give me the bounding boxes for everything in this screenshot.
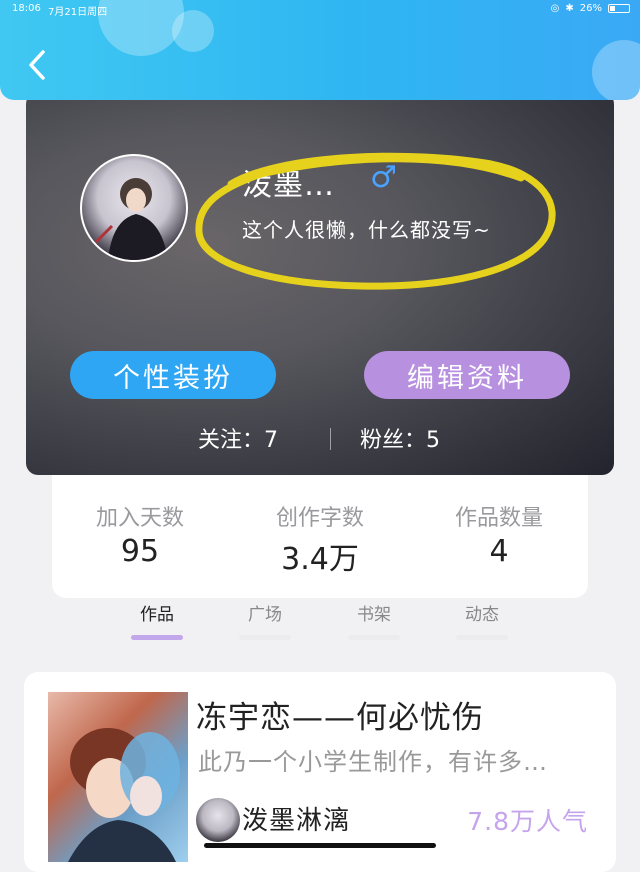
author-name: 泼墨淋漓: [242, 806, 351, 836]
cover-art: [68, 728, 180, 862]
tab-indicator: [348, 635, 400, 640]
popularity-count: 7.8万人气: [467, 807, 588, 836]
tab-bookshelf[interactable]: 书架: [334, 600, 414, 640]
back-button[interactable]: [22, 48, 52, 82]
status-time: 18:06: [12, 3, 41, 14]
bio-text: 这个人很懒，什么都没写~: [242, 218, 491, 242]
tab-works[interactable]: 作品: [117, 600, 197, 640]
tab-label: 作品: [140, 605, 174, 625]
status-date: 7月21日周四: [48, 7, 108, 18]
nickname: 泼墨…: [242, 168, 335, 203]
stat-label: 创作字数: [275, 506, 364, 531]
work-cover-image[interactable]: [48, 692, 188, 862]
tab-activity[interactable]: 动态: [442, 600, 522, 640]
stat-word-count: 创作字数 3.4万: [250, 500, 390, 578]
avatar-figure: [94, 178, 168, 260]
tab-square[interactable]: 广场: [225, 600, 305, 640]
home-indicator: [204, 843, 436, 848]
following-count[interactable]: 关注：7: [198, 422, 278, 454]
stat-value: 4: [489, 534, 509, 569]
stat-label: 加入天数: [95, 506, 184, 531]
tab-label: 书架: [357, 605, 391, 625]
tab-label: 动态: [465, 605, 499, 625]
tab-indicator: [239, 635, 291, 640]
dress-up-button[interactable]: 个性装扮: [70, 351, 276, 399]
stats-panel: 加入天数 95 创作字数 3.4万 作品数量 4: [52, 470, 588, 598]
battery-percent: 26%: [579, 3, 602, 14]
battery-icon: [608, 4, 630, 13]
tab-bar: 作品 广场 书架 动态: [0, 600, 640, 644]
avatar[interactable]: [80, 154, 188, 262]
stat-label: 作品数量: [454, 506, 543, 531]
status-bar: 18:06 7月21日周四 ◎ ✱ 26%: [0, 3, 640, 19]
decor-bubble: [592, 40, 640, 100]
edit-profile-button[interactable]: 编辑资料: [364, 351, 570, 399]
stat-work-count: 作品数量 4: [429, 500, 569, 569]
tab-label: 广场: [248, 605, 282, 625]
follow-stats: 关注：7 粉丝：5: [26, 422, 614, 454]
profile-card: 泼墨… ♂ 这个人很懒，什么都没写~ 个性装扮 编辑资料 关注：7 粉丝：5: [26, 92, 614, 475]
gender-male-icon: ♂: [370, 160, 397, 195]
tab-indicator: [456, 635, 508, 640]
tab-indicator: [131, 635, 183, 640]
author-avatar: [196, 798, 240, 842]
work-title[interactable]: 冻宇恋——何必忧伤: [196, 692, 484, 737]
stat-join-days: 加入天数 95: [70, 500, 210, 569]
chevron-left-icon: [29, 50, 45, 80]
divider: [330, 428, 331, 450]
work-card[interactable]: 冻宇恋——何必忧伤 此乃一个小学生制作，有许多… 泼墨淋漓 7.8万人气: [24, 672, 616, 872]
bluetooth-icon: ✱: [565, 3, 574, 14]
wifi-icon: ◎: [550, 3, 560, 14]
stat-value: 3.4万: [281, 542, 359, 577]
work-description: 此乃一个小学生制作，有许多…: [198, 748, 548, 776]
stat-value: 95: [120, 534, 160, 569]
fans-count[interactable]: 粉丝：5: [360, 422, 440, 454]
